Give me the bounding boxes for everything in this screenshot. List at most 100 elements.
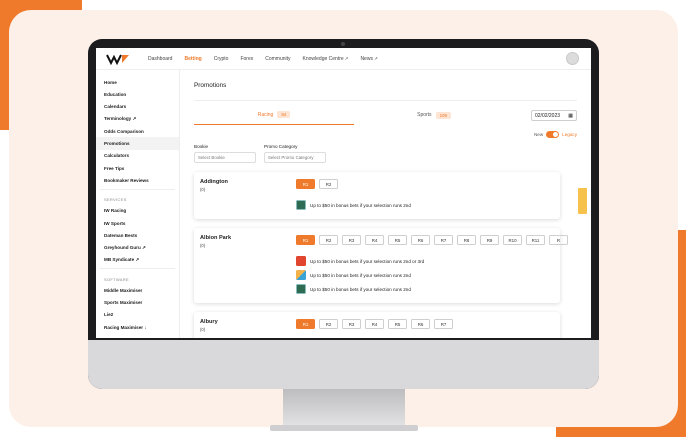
race-button[interactable]: R7 <box>434 235 453 245</box>
sidebar-item[interactable]: MB Syndicate ↗ <box>96 254 179 266</box>
promo-item[interactable]: Up to $50 in bonus bets if your selectio… <box>296 282 554 296</box>
sidebar-services: IW Racing IW Sports Dateman Bests Greyhound… <box>96 205 179 266</box>
sidebar-item[interactable]: IW Sports <box>96 217 179 229</box>
race-button[interactable]: R2 <box>319 319 338 329</box>
tab-sports[interactable]: Sports 109 <box>354 105 514 125</box>
venue-card: Addington (0) R1 R2 Up to $50 in bonus bets … <box>194 172 560 219</box>
filter-label: Bookie <box>194 144 209 149</box>
race-button[interactable]: R4 <box>365 235 384 245</box>
sidebar-item[interactable]: Dateman Bests <box>96 229 179 241</box>
promo-item[interactable]: Up to $50 in bonus bets if your selectio… <box>296 268 554 282</box>
race-button[interactable]: R3 <box>342 235 361 245</box>
date-picker[interactable]: 02/02/2023 ▦ <box>531 110 577 121</box>
sidebar: Home Education Calendars Terminology ↗ Odds … <box>96 70 180 338</box>
filter-select[interactable]: Select Promo Category <box>264 152 326 163</box>
sidebar-item[interactable]: Free Tips <box>96 162 179 174</box>
race-button[interactable]: R10 <box>503 235 522 245</box>
divider <box>194 100 577 101</box>
sidebar-item[interactable]: Terminology ↗ <box>96 113 179 125</box>
promo-text: Up to $50 in bonus bets if your selectio… <box>310 286 411 292</box>
sidebar-item[interactable]: Promotions <box>96 137 179 150</box>
sidebar-software: Middle Maximiser Sports Maximiser Lie2 Raci… <box>96 284 179 333</box>
sidebar-item[interactable]: Odds Comparison <box>96 125 179 137</box>
calendar-icon: ▦ <box>568 112 573 119</box>
filter-bookie: Bookie Select Bookie <box>194 144 256 163</box>
race-button[interactable]: R4 <box>365 319 384 329</box>
filter-placeholder: Select Promo Category <box>268 155 314 160</box>
race-button[interactable]: R9 <box>480 235 499 245</box>
sidebar-item[interactable]: Education <box>96 88 179 100</box>
toggle-label-legacy: Legacy <box>562 132 577 137</box>
race-button[interactable]: R2 <box>319 179 338 189</box>
race-button[interactable]: R11 <box>526 235 545 245</box>
race-button[interactable]: R6 <box>411 235 430 245</box>
nav-item-dashboard[interactable]: Dashboard <box>148 56 172 62</box>
race-button[interactable]: R6 <box>411 319 430 329</box>
user-avatar-icon[interactable] <box>566 52 579 65</box>
race-button[interactable]: R8 <box>457 235 476 245</box>
sidebar-divider <box>100 188 175 190</box>
main-content: Promotions Racing 84 Sports 109 02/02/2023 … <box>180 70 591 338</box>
filter-select[interactable]: Select Bookie <box>194 152 256 163</box>
promo-item[interactable]: Up to $50 in bonus bets if your selectio… <box>296 254 554 268</box>
venue-name: Addington <box>200 179 228 185</box>
race-button[interactable]: R1 <box>296 179 315 189</box>
bookmaker-logo-icon <box>296 256 306 266</box>
sidebar-item[interactable]: Racing Maximiser ↓ <box>96 321 179 333</box>
filter-label: Promo Category <box>264 144 298 149</box>
race-button[interactable]: R5 <box>388 235 407 245</box>
legacy-toggle[interactable] <box>546 131 560 138</box>
count-badge: 109 <box>435 111 451 119</box>
race-buttons: R1 R2 R3 R4 R5 R6 R7 <box>296 319 453 329</box>
sidebar-heading-services: SERVICES <box>104 197 127 203</box>
sidebar-item[interactable]: Middle Maximiser <box>96 284 179 296</box>
sidebar-item[interactable]: Calendars <box>96 101 179 113</box>
promo-item[interactable]: Up to $50 in bonus bets if your selectio… <box>296 198 554 212</box>
sidebar-item[interactable]: Bookmaker Reviews <box>96 174 179 186</box>
nav-item-label: Betting <box>184 55 202 62</box>
race-button[interactable]: R5 <box>388 319 407 329</box>
nav-item-label: Crypto <box>213 55 229 62</box>
monitor-stand-foot <box>270 425 418 431</box>
sidebar-item[interactable]: Lie2 <box>96 309 179 321</box>
nav-item-betting[interactable]: Betting <box>184 56 201 62</box>
filter-placeholder: Select Bookie <box>198 155 225 160</box>
monitor: Dashboard Betting Crypto Forex Community Know… <box>88 39 599 389</box>
race-button[interactable]: R2 <box>319 235 338 245</box>
race-button[interactable]: R7 <box>434 319 453 329</box>
nav-item-label: Dashboard <box>148 55 173 62</box>
toggle-label-new: New <box>533 132 544 137</box>
nav-item-community[interactable]: Community <box>265 56 290 62</box>
sidebar-item[interactable]: Sports Maximiser <box>96 296 179 308</box>
logo-icon[interactable] <box>106 53 130 65</box>
tabs: Racing 84 Sports 109 02/02/2023 ▦ <box>194 105 577 125</box>
tab-list: Racing 84 Sports 109 <box>194 105 514 125</box>
monitor-stand <box>283 389 405 427</box>
filters: Bookie Select Bookie Promo Category Select … <box>194 144 577 163</box>
bookmaker-logo-icon <box>296 200 306 210</box>
sidebar-item[interactable]: Home <box>96 76 179 88</box>
race-button[interactable]: R1 <box>296 319 315 329</box>
tab-racing[interactable]: Racing 84 <box>194 105 354 125</box>
screen: Dashboard Betting Crypto Forex Community Know… <box>96 48 591 338</box>
sidebar-item[interactable]: Calculators <box>96 150 179 162</box>
nav-item-forex[interactable]: Forex <box>240 56 253 62</box>
race-button[interactable]: R <box>549 235 568 245</box>
sidebar-main-items: Home Education Calendars Terminology ↗ Odds … <box>96 76 179 187</box>
feedback-tab[interactable] <box>578 188 587 214</box>
sidebar-item[interactable]: Greyhound Guru ↗ <box>96 242 179 254</box>
sidebar-divider <box>100 268 175 270</box>
race-button[interactable]: R1 <box>296 235 315 245</box>
nav-item-knowledge-centre[interactable]: Knowledge Centre↗ <box>303 56 349 62</box>
race-buttons: R1 R2 R3 R4 R5 R6 R7 R8 R9 R10 R11 R <box>296 235 568 245</box>
promo-list: Up to $50 in bonus bets if your selectio… <box>296 198 554 212</box>
race-button[interactable]: R3 <box>342 319 361 329</box>
nav-item-crypto[interactable]: Crypto <box>214 56 229 62</box>
external-link-icon: ↗ <box>344 55 349 61</box>
nav-item-news[interactable]: News↗ <box>360 56 377 62</box>
tab-label: Racing <box>257 111 274 118</box>
sidebar-item[interactable]: IW Racing <box>96 205 179 217</box>
venue-card: Albion Park (0) R1 R2 R3 R4 R5 R6 R7 R8 R9 R10 R11 R U… <box>194 228 568 303</box>
top-nav: Dashboard Betting Crypto Forex Community Know… <box>96 48 591 70</box>
tab-label: Sports <box>417 112 432 118</box>
